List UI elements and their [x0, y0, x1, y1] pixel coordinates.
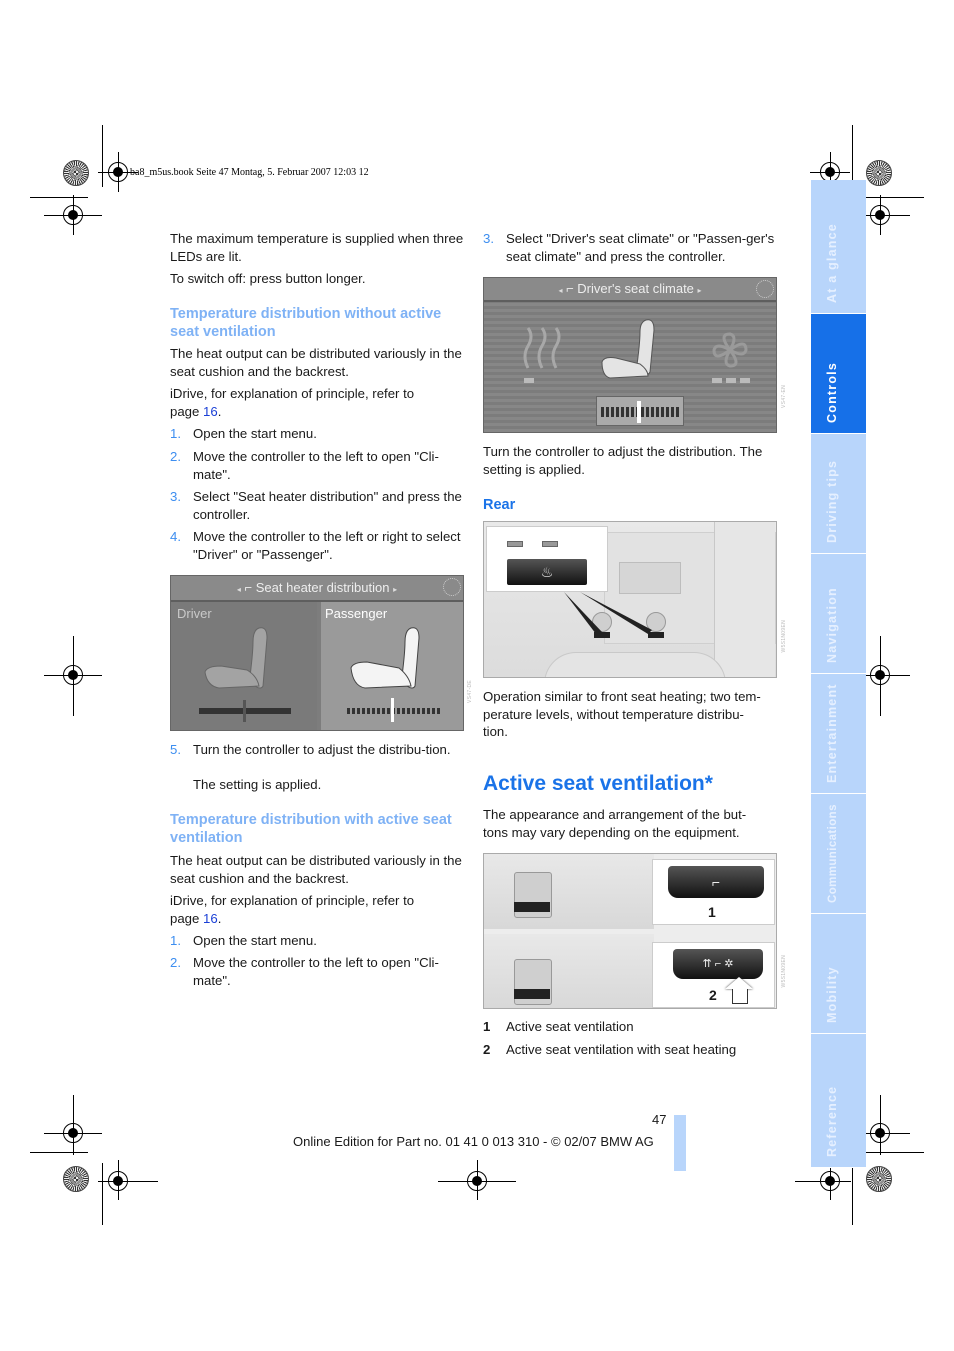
controller-icon — [443, 578, 461, 596]
led-icon — [542, 541, 558, 547]
tab-driving-tips[interactable]: Driving tips — [811, 434, 866, 554]
fan-icon — [712, 332, 748, 368]
paragraph: Turn the controller to adjust the distri… — [483, 444, 763, 477]
figure-code: W5S1N09EN — [781, 955, 787, 988]
callout-lines — [564, 592, 652, 634]
rear-heading: Rear — [483, 497, 516, 513]
passenger-label: Passenger — [325, 606, 388, 621]
slider-marker — [243, 700, 246, 722]
intro-paragraph: The maximum temperature is supplied when… — [170, 231, 464, 264]
page-marker-bar — [674, 1115, 686, 1171]
heat-level-indicator — [524, 378, 534, 383]
figure-code: VS47-DE — [467, 680, 473, 703]
idrive-reference: iDrive, for explanation of principle, re… — [170, 893, 415, 926]
page-link[interactable]: 16 — [203, 911, 218, 926]
tab-communications[interactable]: Communications — [811, 794, 866, 914]
callout-number: 1 — [708, 904, 716, 920]
heat-waves-icon — [523, 327, 561, 369]
led-icon — [507, 541, 523, 547]
page-link[interactable]: 16 — [203, 404, 218, 419]
passenger-panel: Passenger — [321, 602, 463, 730]
color-rosette-icon — [866, 1166, 892, 1192]
drivers-seat-climate-screen: ◂ ⌐ Driver's seat climate ▸ — [483, 277, 777, 433]
seat-icon — [601, 319, 655, 379]
distribution-slider — [596, 396, 684, 426]
seat-heating-icon: ♨ — [507, 559, 587, 585]
edition-footer: Online Edition for Part no. 01 41 0 013 … — [293, 1134, 654, 1149]
figure-code: VS47-EN — [781, 385, 787, 408]
arrow-up-icon — [725, 977, 753, 989]
seat-ventilation-icon: ⌐ — [668, 866, 764, 898]
ventilation-button-1-small — [514, 902, 550, 912]
section-body: The heat output can be distributed vario… — [170, 346, 462, 379]
seat-ventilation-buttons-photo: ⌐ 1 ⇈ ⌐ ✲ 2 — [483, 853, 777, 1009]
color-rosette-icon — [866, 160, 892, 186]
tab-entertainment[interactable]: Entertainment — [811, 674, 866, 794]
driver-panel: Driver — [171, 602, 317, 730]
button-detail-inset: ♨ — [486, 526, 608, 592]
distribution-slider — [347, 708, 441, 714]
seat-ventilation-heating-icon: ⇈ ⌐ ✲ — [673, 949, 763, 979]
controller-icon — [756, 280, 774, 298]
screen-title: Driver's seat climate — [577, 281, 694, 296]
callout-number: 2 — [709, 987, 717, 1003]
print-header: ba8_m5us.book Seite 47 Montag, 5. Februa… — [130, 167, 369, 178]
ventilation-button-2-small — [514, 989, 550, 999]
ventilation-level-indicator — [712, 378, 750, 383]
driver-label: Driver — [177, 606, 212, 621]
seat-heater-distribution-screen: ◂ ⌐ Seat heater distribution ▸ Driver Pa… — [170, 575, 464, 731]
rear-body: Operation similar to front seat heating;… — [483, 689, 761, 739]
slider-marker — [391, 698, 394, 722]
color-rosette-icon — [63, 1166, 89, 1192]
seat-icon: ⌐ — [244, 580, 253, 595]
seat-icon: ⌐ — [566, 281, 574, 296]
seat-icon — [204, 627, 268, 689]
page-number: 47 — [652, 1112, 667, 1127]
tab-controls[interactable]: Controls — [811, 314, 866, 434]
intro-paragraph: To switch off: press button longer. — [170, 271, 366, 286]
tab-reference[interactable]: Reference — [811, 1034, 866, 1168]
section-body: The heat output can be distributed vario… — [170, 853, 462, 886]
tab-navigation[interactable]: Navigation — [811, 554, 866, 674]
section-heading: Temperature distribution without active … — [170, 306, 442, 340]
step-note: The setting is applied. — [193, 777, 322, 792]
screen-title: Seat heater distribution — [255, 580, 390, 595]
color-rosette-icon — [63, 160, 89, 186]
tab-mobility[interactable]: Mobility — [811, 914, 866, 1034]
section-heading: Temperature distribution with active sea… — [170, 812, 452, 846]
section-title: Active seat ventilation* — [483, 772, 713, 795]
callout-1-inset: ⌐ 1 — [652, 859, 775, 925]
slider-marker — [637, 401, 641, 423]
ventilation-body: The appearance and arrangement of the bu… — [483, 807, 747, 840]
figure-code: W5S1N09EN — [781, 620, 787, 653]
idrive-reference: iDrive, for explanation of principle, re… — [170, 386, 415, 419]
callout-2-inset: ⇈ ⌐ ✲ 2 — [652, 942, 775, 1008]
seat-icon — [350, 627, 420, 689]
rear-seat-heating-photo: ♨ — [483, 521, 777, 678]
tab-at-a-glance[interactable]: At a glance — [811, 180, 866, 314]
